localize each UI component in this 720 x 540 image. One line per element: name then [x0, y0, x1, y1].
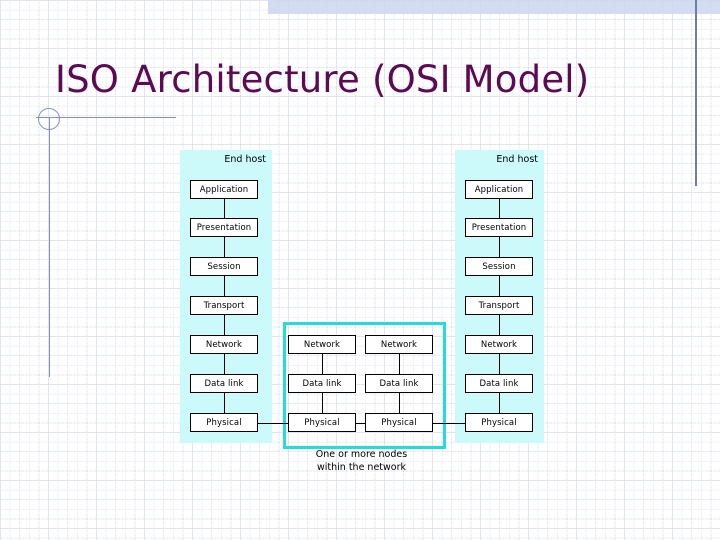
vertical-connector-col3 [499, 354, 500, 374]
vertical-connector-col3 [499, 237, 500, 257]
network-nodes-caption: One or more nodes within the network [283, 448, 440, 474]
layer-box-data-link-col3[interactable]: Data link [465, 374, 533, 393]
layer-box-presentation-col3[interactable]: Presentation [465, 218, 533, 237]
vertical-connector-col0 [224, 354, 225, 374]
vertical-connector-col3 [499, 393, 500, 413]
vertical-connector-col3 [499, 199, 500, 218]
layer-box-application-col0[interactable]: Application [190, 180, 258, 199]
vertical-connector-col0 [224, 315, 225, 335]
layer-box-physical-col3[interactable]: Physical [465, 413, 533, 432]
vertical-connector-col0 [224, 276, 225, 296]
vertical-connector-col0 [224, 393, 225, 413]
layer-box-transport-col3[interactable]: Transport [465, 296, 533, 315]
vertical-connector-col2 [399, 393, 400, 413]
layer-box-physical-col1[interactable]: Physical [288, 413, 356, 432]
layer-box-network-col2[interactable]: Network [365, 335, 433, 354]
vertical-connector-col1 [322, 393, 323, 413]
vertical-connector-col1 [322, 354, 323, 374]
layer-box-physical-col2[interactable]: Physical [365, 413, 433, 432]
vertical-connector-col3 [499, 276, 500, 296]
layer-box-data-link-col0[interactable]: Data link [190, 374, 258, 393]
horizontal-link-1 [258, 422, 288, 424]
layer-box-data-link-col2[interactable]: Data link [365, 374, 433, 393]
vertical-connector-col3 [499, 315, 500, 335]
layer-box-presentation-col0[interactable]: Presentation [190, 218, 258, 237]
osi-architecture-diagram: End host End host Application Presentation S… [0, 0, 720, 540]
layer-box-session-col3[interactable]: Session [465, 257, 533, 276]
slide-canvas: ISO Architecture (OSI Model) End host End… [0, 0, 720, 540]
layer-box-data-link-col1[interactable]: Data link [288, 374, 356, 393]
vertical-connector-col0 [224, 199, 225, 218]
vertical-connector-col2 [399, 354, 400, 374]
layer-box-session-col0[interactable]: Session [190, 257, 258, 276]
layer-box-network-col0[interactable]: Network [190, 335, 258, 354]
layer-box-network-col1[interactable]: Network [288, 335, 356, 354]
layer-box-transport-col0[interactable]: Transport [190, 296, 258, 315]
vertical-connector-col0 [224, 237, 225, 257]
layer-box-application-col3[interactable]: Application [465, 180, 533, 199]
layer-box-network-col3[interactable]: Network [465, 335, 533, 354]
layer-box-physical-col0[interactable]: Physical [190, 413, 258, 432]
end-host-label-right: End host [496, 154, 538, 165]
horizontal-link-2 [356, 422, 365, 424]
end-host-label-left: End host [224, 154, 266, 165]
caption-line-2: within the network [316, 462, 407, 473]
horizontal-link-3 [433, 422, 465, 424]
caption-line-1: One or more nodes [315, 449, 408, 460]
